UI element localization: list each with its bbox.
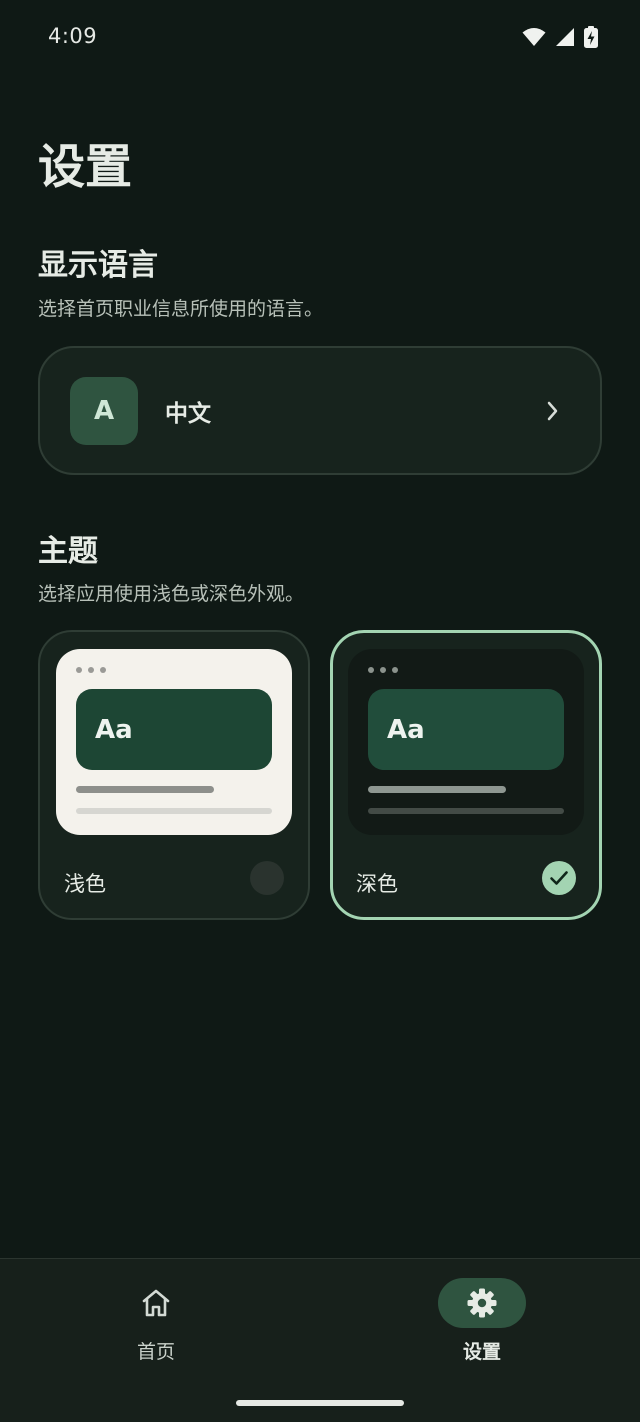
checkmark-icon (550, 871, 568, 885)
theme-option-dark[interactable]: Aa 深色 (330, 630, 602, 920)
status-time: 4:09 (48, 24, 98, 48)
theme-option-label: 浅色 (64, 872, 106, 896)
wifi-icon (522, 28, 546, 46)
status-bar: 4:09 (0, 0, 640, 76)
theme-section-description: 选择应用使用浅色或深色外观。 (38, 583, 305, 605)
gear-icon (467, 1288, 497, 1318)
theme-option-light[interactable]: Aa 浅色 (38, 630, 310, 920)
preview-line (76, 786, 214, 793)
bottom-navigation: 首页 设置 (0, 1258, 640, 1422)
nav-label-settings: 设置 (462, 1341, 501, 1363)
nav-home-indicator (112, 1278, 200, 1328)
nav-label-home: 首页 (136, 1341, 175, 1363)
dark-theme-preview: Aa (348, 649, 584, 835)
chevron-right-icon (547, 401, 558, 421)
preview-window-dots (76, 667, 106, 673)
home-icon (142, 1289, 170, 1317)
settings-screen: 4:09 设置 显示语言 选择首页职业信息所使用的语言。 A 中文 主题 选择应… (0, 0, 640, 1422)
language-section-description: 选择首页职业信息所使用的语言。 (38, 298, 324, 320)
theme-option-label: 深色 (356, 872, 398, 896)
theme-section-title: 主题 (38, 534, 98, 569)
nav-item-settings[interactable]: 设置 (382, 1259, 582, 1379)
preview-line (368, 786, 506, 793)
nav-settings-indicator (438, 1278, 526, 1328)
language-section-title: 显示语言 (38, 248, 158, 283)
current-language-label: 中文 (165, 400, 211, 427)
theme-radio-selected[interactable] (542, 861, 576, 895)
language-avatar: A (70, 376, 138, 445)
preview-sample-text: Aa (368, 689, 564, 770)
light-theme-preview: Aa (56, 649, 292, 835)
gesture-home-indicator[interactable] (236, 1400, 404, 1406)
status-icons (522, 26, 598, 48)
battery-charging-icon (584, 26, 598, 48)
theme-radio-unselected[interactable] (250, 861, 284, 895)
preview-sample-text: Aa (76, 689, 272, 770)
preview-line (76, 808, 272, 814)
nav-item-home[interactable]: 首页 (56, 1259, 256, 1379)
cellular-signal-icon (556, 28, 574, 46)
preview-line (368, 808, 564, 814)
preview-window-dots (368, 667, 398, 673)
page-title: 设置 (38, 140, 132, 195)
language-selector[interactable]: A 中文 (38, 346, 602, 475)
